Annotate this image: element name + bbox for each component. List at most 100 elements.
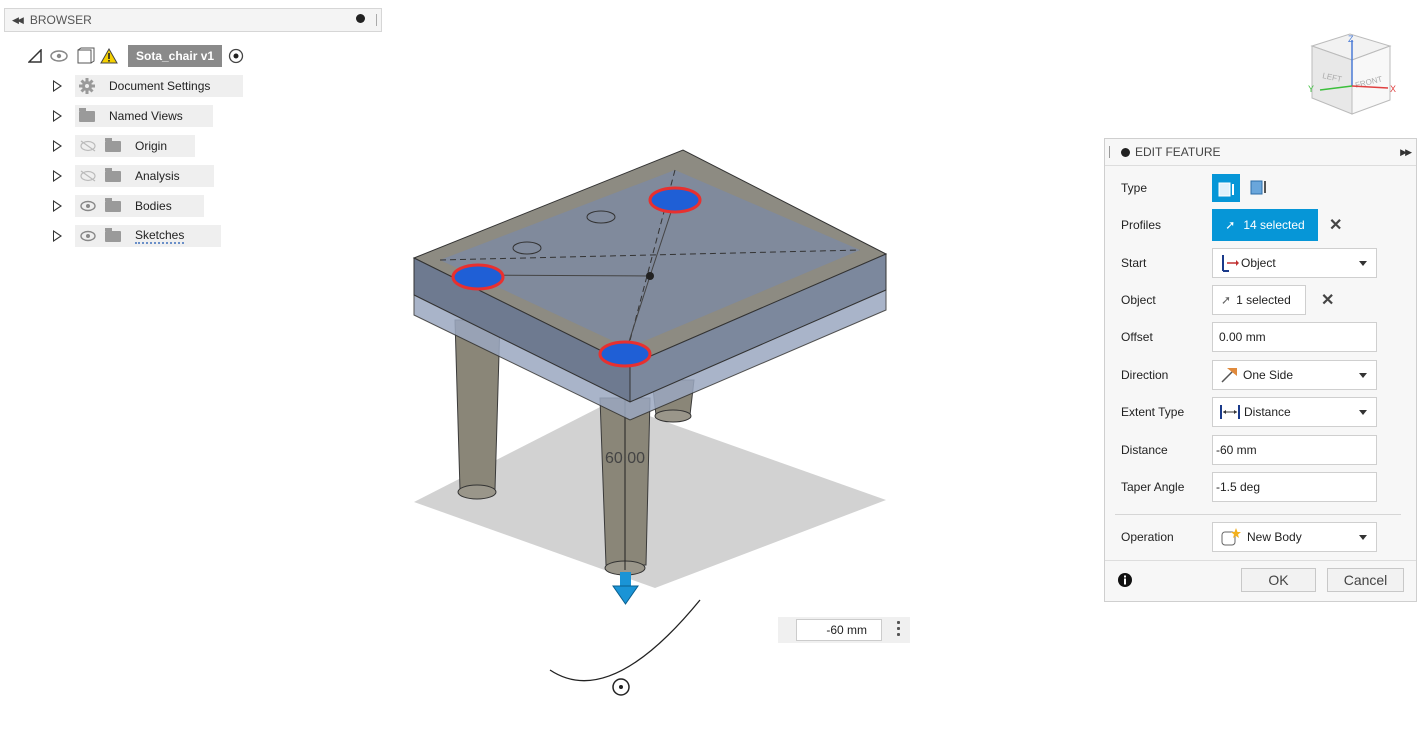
- browser-title: BROWSER: [29, 13, 92, 27]
- profiles-label: Profiles: [1121, 218, 1162, 232]
- taper-angle-label: Taper Angle: [1121, 480, 1185, 494]
- tree-item-label: Origin: [135, 139, 168, 153]
- collapse-browser-icon[interactable]: ◀◀: [12, 15, 24, 26]
- viewport-distance-widget: -60 mm: [778, 617, 910, 643]
- ok-button[interactable]: OK: [1241, 568, 1316, 592]
- folder-icon: [105, 197, 121, 212]
- root-component-row[interactable]: Sota_chair v1: [28, 45, 244, 67]
- tree-item-bodies[interactable]: Bodies: [53, 195, 204, 217]
- object-selection-button[interactable]: ➚ 1 selected: [1212, 285, 1306, 315]
- extent-type-label: Extent Type: [1121, 405, 1185, 419]
- dimension-label: 60.00: [605, 450, 645, 467]
- extent-type-row: Extent Type Distance: [1105, 396, 1416, 428]
- offset-input[interactable]: 0.00 mm: [1212, 322, 1377, 352]
- object-selected-count: 1 selected: [1236, 293, 1291, 307]
- operation-row: Operation New Body: [1105, 521, 1416, 553]
- eye-hidden-icon[interactable]: [79, 170, 97, 182]
- pin-icon[interactable]: [356, 14, 365, 23]
- start-label: Start: [1121, 256, 1147, 270]
- tree-item-origin[interactable]: Origin: [53, 135, 195, 157]
- expand-triangle-icon[interactable]: [53, 230, 62, 242]
- extent-type-value: Distance: [1244, 405, 1291, 419]
- cancel-button[interactable]: Cancel: [1327, 568, 1404, 592]
- direction-label: Direction: [1121, 368, 1169, 382]
- tree-item-analysis[interactable]: Analysis: [53, 165, 214, 187]
- type-label: Type: [1121, 181, 1148, 195]
- browser-header[interactable]: ◀◀ BROWSER: [4, 8, 382, 32]
- expand-triangle-icon[interactable]: [53, 140, 62, 152]
- panel-grip[interactable]: [1109, 146, 1110, 158]
- cursor-icon: ➚: [1225, 218, 1236, 232]
- expand-triangle-icon[interactable]: [53, 80, 62, 92]
- tree-item-sketches[interactable]: Sketches: [53, 225, 221, 247]
- start-value: Object: [1241, 256, 1276, 270]
- chevron-down-icon: [1359, 373, 1367, 378]
- cursor-icon: ➚: [1221, 293, 1232, 307]
- distance-row: Distance -60 mm: [1105, 434, 1416, 466]
- folder-icon: [105, 227, 121, 242]
- operation-select[interactable]: New Body: [1212, 522, 1377, 552]
- z-axis-label: Z: [1348, 34, 1354, 44]
- selected-profile[interactable]: [451, 263, 505, 291]
- tree-item-named-views[interactable]: Named Views: [53, 105, 213, 127]
- solid-extrude-icon[interactable]: [1212, 174, 1240, 202]
- eye-hidden-icon[interactable]: [79, 140, 97, 152]
- selected-profile[interactable]: [598, 340, 652, 368]
- taper-angle-row: Taper Angle -1.5 deg: [1105, 471, 1416, 503]
- distance-label: Distance: [1121, 443, 1168, 457]
- expand-triangle-icon[interactable]: [53, 170, 62, 182]
- distance-extent-icon: [1220, 405, 1240, 419]
- eye-icon[interactable]: [79, 200, 97, 212]
- taper-angle-input[interactable]: -1.5 deg: [1212, 472, 1377, 502]
- panel-pin-icon[interactable]: [1121, 147, 1130, 157]
- expand-panel-icon[interactable]: ▶▶: [1400, 147, 1412, 158]
- folder-icon: [105, 167, 121, 182]
- gear-icon: [79, 78, 95, 94]
- collapse-triangle-icon[interactable]: [28, 49, 42, 63]
- direction-value: One Side: [1243, 368, 1294, 382]
- profiles-selected-count: 14 selected: [1243, 218, 1305, 232]
- expand-triangle-icon[interactable]: [53, 200, 62, 212]
- more-options-icon[interactable]: [897, 621, 900, 639]
- selected-profile[interactable]: [648, 186, 702, 214]
- tree-item-label: Document Settings: [109, 79, 211, 93]
- offset-label: Offset: [1121, 330, 1153, 344]
- tree-item-label: Analysis: [135, 169, 180, 183]
- x-axis-label: X: [1390, 84, 1396, 94]
- object-label: Object: [1121, 293, 1156, 307]
- view-cube[interactable]: LEFT FRONT Z Y X: [1300, 28, 1400, 120]
- root-component-name[interactable]: Sota_chair v1: [128, 45, 223, 67]
- thin-extrude-icon[interactable]: [1249, 178, 1269, 201]
- direction-select[interactable]: One Side: [1212, 360, 1377, 390]
- center-point: [646, 272, 654, 280]
- distance-input[interactable]: -60 mm: [1212, 435, 1377, 465]
- y-axis-label: Y: [1308, 84, 1314, 94]
- operation-label: Operation: [1121, 530, 1174, 544]
- operation-value: New Body: [1247, 530, 1302, 544]
- extent-type-select[interactable]: Distance: [1212, 397, 1377, 427]
- clear-profiles-icon[interactable]: ✕: [1329, 215, 1342, 235]
- tree-item-label: Sketches: [135, 228, 185, 244]
- tree-item-document-settings[interactable]: Document Settings: [53, 75, 243, 97]
- eye-icon[interactable]: [50, 50, 68, 62]
- clear-object-icon[interactable]: ✕: [1321, 290, 1334, 310]
- panel-title: EDIT FEATURE: [1135, 145, 1221, 159]
- folder-icon: [79, 107, 95, 122]
- divider: [1115, 514, 1401, 515]
- leg-base: [654, 409, 692, 423]
- profiles-row: Profiles ➚ 14 selected ✕: [1105, 209, 1416, 241]
- chevron-down-icon: [1359, 535, 1367, 540]
- eye-icon[interactable]: [79, 230, 97, 242]
- edit-feature-header[interactable]: EDIT FEATURE ▶▶: [1105, 139, 1416, 166]
- folder-icon: [105, 137, 121, 152]
- leg-base: [457, 484, 497, 500]
- new-body-icon: [1221, 528, 1241, 546]
- start-select[interactable]: Object: [1212, 248, 1377, 278]
- viewport-distance-input[interactable]: -60 mm: [796, 619, 882, 641]
- resize-grip[interactable]: [376, 14, 377, 26]
- expand-triangle-icon[interactable]: [53, 110, 62, 122]
- activate-radio-icon[interactable]: [228, 48, 244, 64]
- info-icon[interactable]: [1117, 572, 1133, 588]
- profiles-selection-button[interactable]: ➚ 14 selected: [1212, 209, 1318, 241]
- object-start-icon: [1222, 255, 1239, 272]
